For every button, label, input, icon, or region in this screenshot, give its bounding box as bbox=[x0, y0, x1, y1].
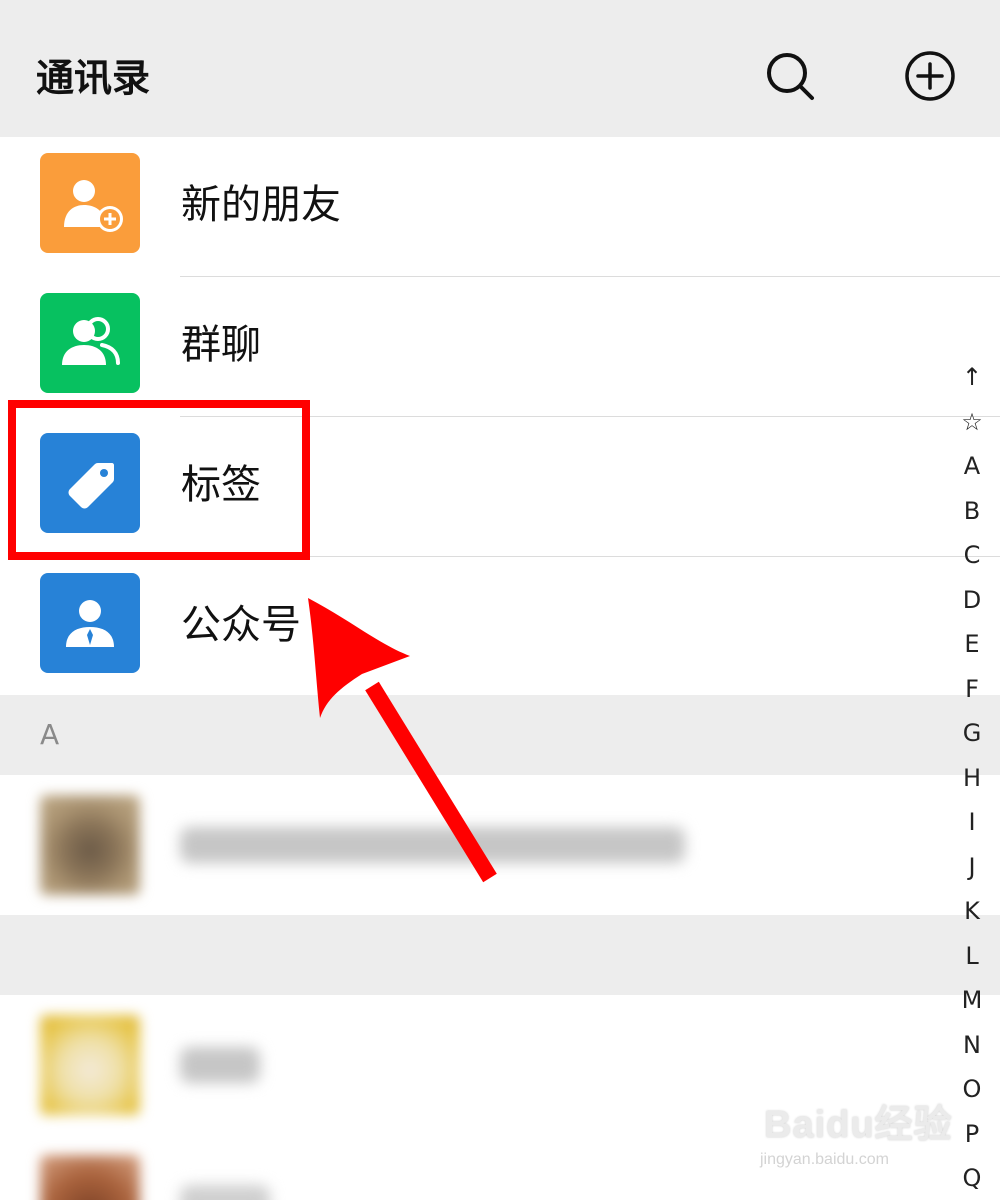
index-top[interactable]: ↑ bbox=[948, 355, 996, 400]
watermark-url: jingyan.baidu.com bbox=[760, 1151, 889, 1168]
section-letter: A bbox=[40, 718, 60, 751]
avatar bbox=[40, 795, 140, 895]
group-chat-icon bbox=[62, 317, 120, 365]
index-letter-f[interactable]: F bbox=[948, 667, 996, 712]
index-letter-h[interactable]: H bbox=[948, 756, 996, 801]
alphabet-index-bar[interactable]: ↑ ☆ A B C D E F G H I J K L M N O P Q bbox=[948, 355, 996, 1200]
baidu-watermark: Baidu经验 jingyan.baidu.com bbox=[760, 1085, 960, 1185]
add-button[interactable] bbox=[900, 46, 960, 106]
top-bar: 通讯录 bbox=[0, 0, 1000, 137]
index-letter-e[interactable]: E bbox=[948, 622, 996, 667]
index-letter-j[interactable]: J bbox=[948, 845, 996, 890]
group-chats-tile bbox=[40, 293, 140, 393]
index-letter-i[interactable]: I bbox=[948, 800, 996, 845]
index-letter-c[interactable]: C bbox=[948, 533, 996, 578]
watermark-logo: Baidu经验 bbox=[764, 1104, 953, 1146]
add-friend-icon bbox=[64, 180, 123, 232]
avatar bbox=[40, 1155, 140, 1200]
plus-circle-icon bbox=[905, 51, 955, 101]
official-account-icon bbox=[66, 600, 114, 647]
index-letter-m[interactable]: M bbox=[948, 978, 996, 1023]
index-star[interactable]: ☆ bbox=[948, 400, 996, 445]
section-header bbox=[0, 915, 1000, 995]
arrow-annotation-icon bbox=[308, 598, 497, 883]
index-letter-d[interactable]: D bbox=[948, 578, 996, 623]
official-accounts-label: 公众号 bbox=[181, 602, 301, 648]
index-letter-a[interactable]: A bbox=[948, 444, 996, 489]
page-title: 通讯录 bbox=[36, 56, 151, 100]
search-icon bbox=[767, 53, 814, 100]
index-letter-b[interactable]: B bbox=[948, 489, 996, 534]
highlight-box-annotation bbox=[8, 400, 310, 560]
index-letter-n[interactable]: N bbox=[948, 1023, 996, 1068]
contact-name-blurred bbox=[180, 1185, 270, 1200]
official-accounts-tile bbox=[40, 573, 140, 673]
contact-name-blurred bbox=[180, 1047, 260, 1083]
index-letter-l[interactable]: L bbox=[948, 934, 996, 979]
group-chats-entry[interactable]: 群聊 bbox=[0, 277, 1000, 417]
index-letter-k[interactable]: K bbox=[948, 889, 996, 934]
search-button[interactable] bbox=[760, 46, 820, 106]
index-letter-g[interactable]: G bbox=[948, 711, 996, 756]
new-friends-tile bbox=[40, 153, 140, 253]
group-chats-label: 群聊 bbox=[181, 322, 261, 368]
avatar bbox=[40, 1015, 140, 1115]
new-friends-entry[interactable]: 新的朋友 bbox=[0, 137, 1000, 277]
new-friends-label: 新的朋友 bbox=[181, 182, 341, 228]
